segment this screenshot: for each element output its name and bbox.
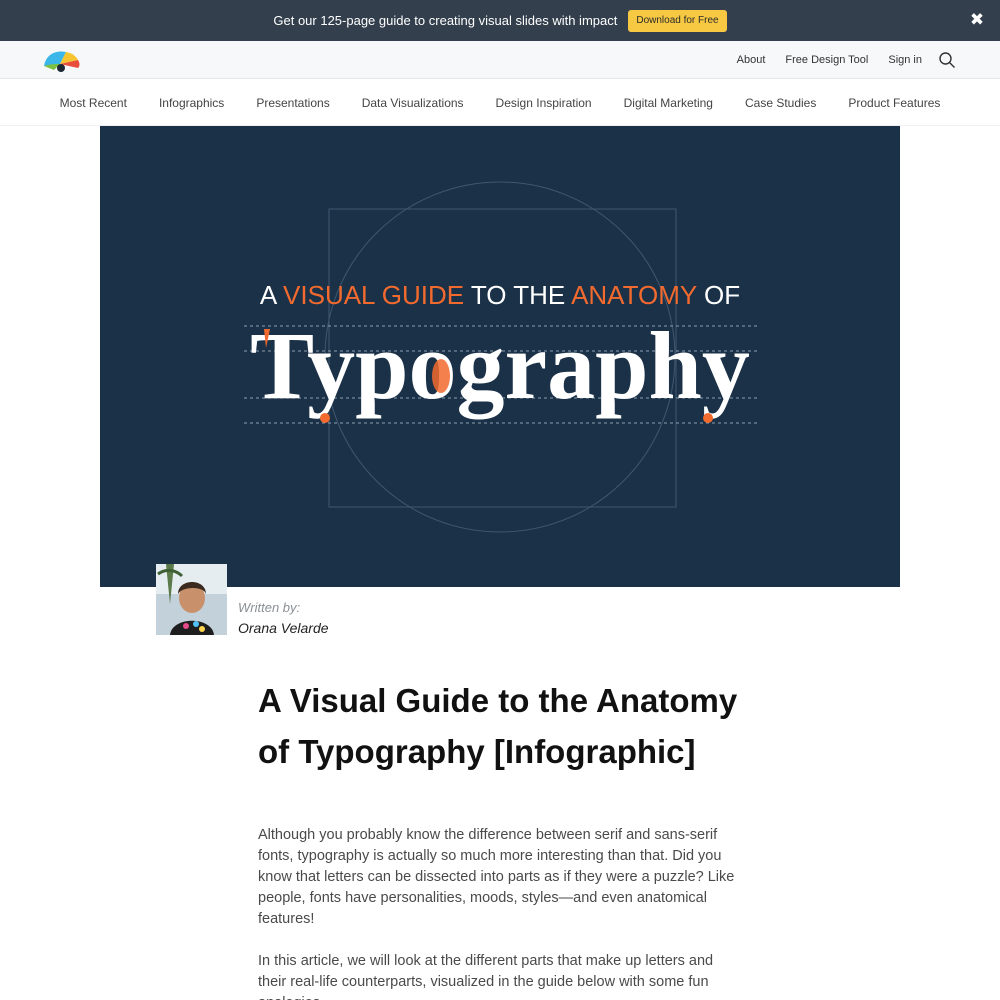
site-header: About Free Design Tool Sign in	[0, 41, 1000, 79]
free-design-tool-link[interactable]: Free Design Tool	[785, 54, 868, 66]
search-icon[interactable]	[938, 51, 956, 69]
sign-in-link[interactable]: Sign in	[888, 54, 922, 66]
article-title: A Visual Guide to the Anatomy of Typogra…	[258, 682, 738, 770]
nav-digital-marketing[interactable]: Digital Marketing	[624, 96, 713, 110]
article-paragraph: In this article, we will look at the dif…	[258, 953, 714, 1000]
nav-case-studies[interactable]: Case Studies	[745, 96, 816, 110]
article-paragraph: Although you probably know the differenc…	[258, 827, 735, 927]
author-name[interactable]: Orana Velarde	[238, 620, 329, 636]
nav-product-features[interactable]: Product Features	[848, 96, 940, 110]
about-link[interactable]: About	[737, 54, 766, 66]
venngage-logo-icon[interactable]	[42, 46, 82, 74]
category-nav: Most Recent Infographics Presentations D…	[0, 80, 1000, 126]
nav-presentations[interactable]: Presentations	[256, 96, 329, 110]
nav-most-recent[interactable]: Most Recent	[60, 96, 127, 110]
utility-nav: About Free Design Tool Sign in	[717, 41, 956, 79]
author-label: Written by:	[238, 600, 301, 615]
promo-text: Get our 125-page guide to creating visua…	[273, 13, 618, 28]
promo-bar: Get our 125-page guide to creating visua…	[0, 0, 1000, 41]
nav-infographics[interactable]: Infographics	[159, 96, 224, 110]
hero-illustration: A VISUAL GUIDE TO THE ANATOMY OF Typogra…	[100, 126, 900, 587]
nav-data-visualizations[interactable]: Data Visualizations	[362, 96, 464, 110]
close-icon[interactable]: ✖	[968, 11, 986, 29]
hero-line1: A VISUAL GUIDE TO THE ANATOMY OF	[260, 280, 740, 310]
hero-headline: Typography	[250, 312, 750, 419]
nav-design-inspiration[interactable]: Design Inspiration	[496, 96, 592, 110]
author-avatar	[156, 564, 227, 635]
hero-image: A VISUAL GUIDE TO THE ANATOMY OF Typogra…	[100, 126, 900, 587]
download-button[interactable]: Download for Free	[628, 9, 727, 32]
